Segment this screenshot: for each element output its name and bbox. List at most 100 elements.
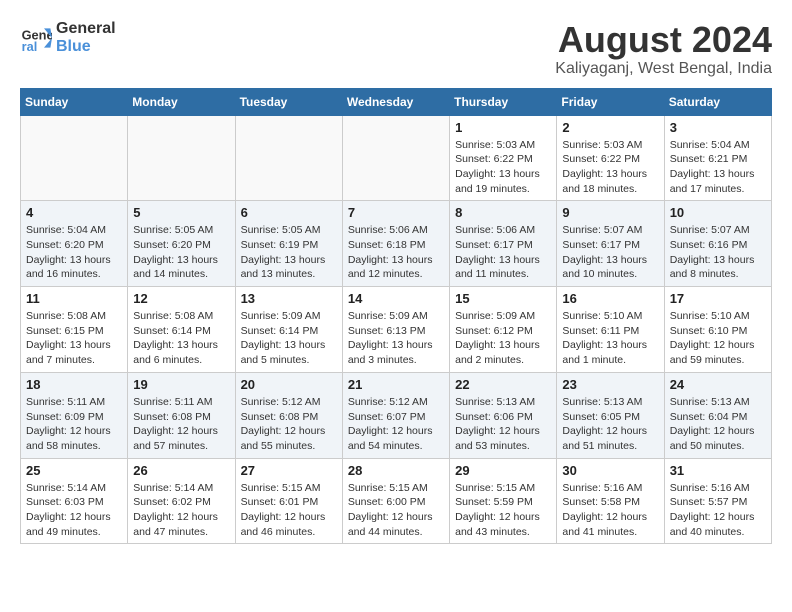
day-number: 18	[26, 377, 122, 392]
calendar-week: 11 Sunrise: 5:08 AM Sunset: 6:15 PM Dayli…	[21, 287, 772, 373]
calendar-cell	[342, 115, 449, 201]
day-info: Sunrise: 5:08 AM Sunset: 6:14 PM Dayligh…	[133, 309, 229, 368]
day-number: 26	[133, 463, 229, 478]
day-info: Sunrise: 5:10 AM Sunset: 6:11 PM Dayligh…	[562, 309, 658, 368]
day-number: 8	[455, 205, 551, 220]
day-info: Sunrise: 5:11 AM Sunset: 6:08 PM Dayligh…	[133, 395, 229, 454]
day-number: 12	[133, 291, 229, 306]
day-number: 15	[455, 291, 551, 306]
day-number: 28	[348, 463, 444, 478]
calendar-cell: 30 Sunrise: 5:16 AM Sunset: 5:58 PM Dayli…	[557, 458, 664, 544]
calendar-cell: 5 Sunrise: 5:05 AM Sunset: 6:20 PM Daylig…	[128, 201, 235, 287]
day-info: Sunrise: 5:07 AM Sunset: 6:16 PM Dayligh…	[670, 223, 766, 282]
calendar-cell: 19 Sunrise: 5:11 AM Sunset: 6:08 PM Dayli…	[128, 372, 235, 458]
weekday-header: Friday	[557, 88, 664, 115]
day-info: Sunrise: 5:05 AM Sunset: 6:20 PM Dayligh…	[133, 223, 229, 282]
calendar-week: 1 Sunrise: 5:03 AM Sunset: 6:22 PM Daylig…	[21, 115, 772, 201]
day-info: Sunrise: 5:11 AM Sunset: 6:09 PM Dayligh…	[26, 395, 122, 454]
day-info: Sunrise: 5:12 AM Sunset: 6:08 PM Dayligh…	[241, 395, 337, 454]
day-info: Sunrise: 5:16 AM Sunset: 5:58 PM Dayligh…	[562, 481, 658, 540]
weekday-header: Sunday	[21, 88, 128, 115]
day-info: Sunrise: 5:13 AM Sunset: 6:04 PM Dayligh…	[670, 395, 766, 454]
calendar-cell: 28 Sunrise: 5:15 AM Sunset: 6:00 PM Dayli…	[342, 458, 449, 544]
day-number: 16	[562, 291, 658, 306]
header: Gene ral GeneralBlue August 2024 Kaliyag…	[20, 20, 772, 78]
calendar-body: 1 Sunrise: 5:03 AM Sunset: 6:22 PM Daylig…	[21, 115, 772, 544]
calendar-cell: 8 Sunrise: 5:06 AM Sunset: 6:17 PM Daylig…	[450, 201, 557, 287]
calendar-cell: 21Sunrise: 5:12 AM Sunset: 6:07 PM Dayli…	[342, 372, 449, 458]
calendar-cell: 27 Sunrise: 5:15 AM Sunset: 6:01 PM Dayli…	[235, 458, 342, 544]
calendar-week: 18 Sunrise: 5:11 AM Sunset: 6:09 PM Dayli…	[21, 372, 772, 458]
logo: Gene ral GeneralBlue	[20, 20, 116, 55]
day-number: 27	[241, 463, 337, 478]
calendar-cell: 7Sunrise: 5:06 AM Sunset: 6:18 PM Daylig…	[342, 201, 449, 287]
day-info: Sunrise: 5:09 AM Sunset: 6:12 PM Dayligh…	[455, 309, 551, 368]
day-number: 19	[133, 377, 229, 392]
day-number: 10	[670, 205, 766, 220]
day-info: Sunrise: 5:06 AM Sunset: 6:18 PM Dayligh…	[348, 223, 444, 282]
day-info: Sunrise: 5:15 AM Sunset: 6:01 PM Dayligh…	[241, 481, 337, 540]
day-number: 31	[670, 463, 766, 478]
calendar-cell: 23Sunrise: 5:13 AM Sunset: 6:05 PM Dayli…	[557, 372, 664, 458]
day-info: Sunrise: 5:09 AM Sunset: 6:13 PM Dayligh…	[348, 309, 444, 368]
day-number: 24	[670, 377, 766, 392]
day-info: Sunrise: 5:08 AM Sunset: 6:15 PM Dayligh…	[26, 309, 122, 368]
day-info: Sunrise: 5:14 AM Sunset: 6:03 PM Dayligh…	[26, 481, 122, 540]
day-number: 22	[455, 377, 551, 392]
calendar-cell: 6Sunrise: 5:05 AM Sunset: 6:19 PM Daylig…	[235, 201, 342, 287]
day-number: 25	[26, 463, 122, 478]
calendar-cell: 11 Sunrise: 5:08 AM Sunset: 6:15 PM Dayli…	[21, 287, 128, 373]
day-info: Sunrise: 5:04 AM Sunset: 6:20 PM Dayligh…	[26, 223, 122, 282]
day-info: Sunrise: 5:07 AM Sunset: 6:17 PM Dayligh…	[562, 223, 658, 282]
svg-text:ral: ral	[22, 38, 38, 53]
day-info: Sunrise: 5:04 AM Sunset: 6:21 PM Dayligh…	[670, 138, 766, 197]
calendar-cell: 10 Sunrise: 5:07 AM Sunset: 6:16 PM Dayli…	[664, 201, 771, 287]
calendar-week: 25 Sunrise: 5:14 AM Sunset: 6:03 PM Dayli…	[21, 458, 772, 544]
day-number: 5	[133, 205, 229, 220]
calendar-cell: 14Sunrise: 5:09 AM Sunset: 6:13 PM Dayli…	[342, 287, 449, 373]
day-number: 11	[26, 291, 122, 306]
calendar-cell: 13Sunrise: 5:09 AM Sunset: 6:14 PM Dayli…	[235, 287, 342, 373]
day-info: Sunrise: 5:05 AM Sunset: 6:19 PM Dayligh…	[241, 223, 337, 282]
weekday-header: Monday	[128, 88, 235, 115]
day-number: 2	[562, 120, 658, 135]
day-info: Sunrise: 5:03 AM Sunset: 6:22 PM Dayligh…	[562, 138, 658, 197]
day-number: 17	[670, 291, 766, 306]
day-info: Sunrise: 5:15 AM Sunset: 6:00 PM Dayligh…	[348, 481, 444, 540]
day-info: Sunrise: 5:06 AM Sunset: 6:17 PM Dayligh…	[455, 223, 551, 282]
day-number: 9	[562, 205, 658, 220]
main-title: August 2024	[555, 20, 772, 60]
calendar-cell: 29Sunrise: 5:15 AM Sunset: 5:59 PM Dayli…	[450, 458, 557, 544]
calendar-cell	[21, 115, 128, 201]
day-info: Sunrise: 5:12 AM Sunset: 6:07 PM Dayligh…	[348, 395, 444, 454]
day-info: Sunrise: 5:14 AM Sunset: 6:02 PM Dayligh…	[133, 481, 229, 540]
day-info: Sunrise: 5:16 AM Sunset: 5:57 PM Dayligh…	[670, 481, 766, 540]
day-number: 3	[670, 120, 766, 135]
calendar-cell: 26 Sunrise: 5:14 AM Sunset: 6:02 PM Dayli…	[128, 458, 235, 544]
calendar-header: SundayMondayTuesdayWednesdayThursdayFrid…	[21, 88, 772, 115]
weekday-header: Saturday	[664, 88, 771, 115]
calendar-cell: 15 Sunrise: 5:09 AM Sunset: 6:12 PM Dayli…	[450, 287, 557, 373]
subtitle: Kaliyaganj, West Bengal, India	[555, 60, 772, 78]
calendar-cell: 24 Sunrise: 5:13 AM Sunset: 6:04 PM Dayli…	[664, 372, 771, 458]
calendar-cell	[128, 115, 235, 201]
day-number: 20	[241, 377, 337, 392]
calendar-cell: 16 Sunrise: 5:10 AM Sunset: 6:11 PM Dayli…	[557, 287, 664, 373]
calendar-cell: 22Sunrise: 5:13 AM Sunset: 6:06 PM Dayli…	[450, 372, 557, 458]
weekday-row: SundayMondayTuesdayWednesdayThursdayFrid…	[21, 88, 772, 115]
day-info: Sunrise: 5:10 AM Sunset: 6:10 PM Dayligh…	[670, 309, 766, 368]
calendar-cell: 9 Sunrise: 5:07 AM Sunset: 6:17 PM Daylig…	[557, 201, 664, 287]
day-number: 4	[26, 205, 122, 220]
weekday-header: Wednesday	[342, 88, 449, 115]
day-info: Sunrise: 5:13 AM Sunset: 6:05 PM Dayligh…	[562, 395, 658, 454]
calendar-cell: 4 Sunrise: 5:04 AM Sunset: 6:20 PM Daylig…	[21, 201, 128, 287]
day-info: Sunrise: 5:03 AM Sunset: 6:22 PM Dayligh…	[455, 138, 551, 197]
calendar-cell: 1 Sunrise: 5:03 AM Sunset: 6:22 PM Daylig…	[450, 115, 557, 201]
day-number: 13	[241, 291, 337, 306]
calendar: SundayMondayTuesdayWednesdayThursdayFrid…	[20, 88, 772, 545]
day-number: 1	[455, 120, 551, 135]
calendar-cell: 2 Sunrise: 5:03 AM Sunset: 6:22 PM Daylig…	[557, 115, 664, 201]
calendar-week: 4 Sunrise: 5:04 AM Sunset: 6:20 PM Daylig…	[21, 201, 772, 287]
day-number: 30	[562, 463, 658, 478]
day-number: 29	[455, 463, 551, 478]
